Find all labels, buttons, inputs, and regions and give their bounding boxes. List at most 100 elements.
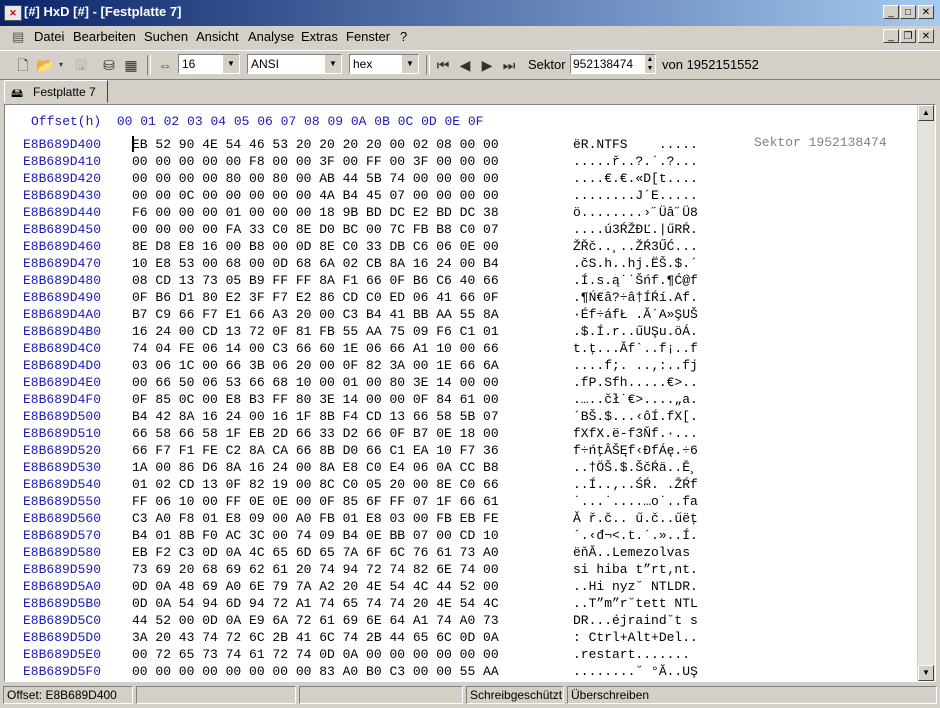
row-text-decoded[interactable]: ..†ÖŠ.$.ŠčŔä..Ě¸ [573, 459, 698, 476]
spinner-icon[interactable]: ▲ ▼ [644, 55, 655, 73]
menu-suchen[interactable]: Suchen [144, 29, 188, 44]
row-hex-bytes[interactable]: 08 CD 13 73 05 B9 FF FF 8A F1 66 0F B6 C… [132, 272, 499, 289]
mdi-restore-button[interactable]: ❐ [900, 29, 916, 43]
row-hex-bytes[interactable]: 44 52 00 0D 0A E9 6A 72 61 69 6E 64 A1 7… [132, 612, 499, 629]
row-hex-bytes[interactable]: 0D 0A 48 69 A0 6E 79 7A A2 20 4E 54 4C 4… [132, 578, 499, 595]
row-text-decoded[interactable]: .restart....... [573, 646, 690, 663]
row-hex-bytes[interactable]: 0D 0A 54 94 6D 94 72 A1 74 65 74 74 20 4… [132, 595, 499, 612]
menu-ansicht[interactable]: Ansicht [196, 29, 239, 44]
row-hex-bytes[interactable]: 1A 00 86 D6 8A 16 24 00 8A E8 C0 E4 06 0… [132, 459, 499, 476]
hex-row[interactable]: E8B689D450 00 00 00 00 FA 33 C0 8E D0 BC … [5, 221, 905, 238]
row-text-decoded[interactable]: ....€.€.«D[t.... [573, 170, 698, 187]
row-hex-bytes[interactable]: 66 58 66 58 1F EB 2D 66 33 D2 66 0F B7 0… [132, 425, 499, 442]
row-hex-bytes[interactable]: 03 06 1C 00 66 3B 06 20 00 0F 82 3A 00 1… [132, 357, 499, 374]
hex-row[interactable]: E8B689D570 B4 01 8B F0 AC 3C 00 74 09 B4 … [5, 527, 905, 544]
mdi-close-button[interactable]: ✕ [918, 29, 934, 43]
hex-row[interactable]: E8B689D480 08 CD 13 73 05 B9 FF FF 8A F1 … [5, 272, 905, 289]
row-text-decoded[interactable]: ..Hi nyz˘ NTLDR. [573, 578, 698, 595]
row-text-decoded[interactable]: fXfX.ë-f3Ňf.·... [573, 425, 698, 442]
hex-row[interactable]: E8B689D5C0 44 52 00 0D 0A E9 6A 72 61 69 … [5, 612, 905, 629]
row-hex-bytes[interactable]: 00 00 00 00 FA 33 C0 8E D0 BC 00 7C FB B… [132, 221, 499, 238]
row-text-decoded[interactable]: ö........›˝Üâ˝Ü8 [573, 204, 698, 221]
hex-row[interactable]: E8B689D440 F6 00 00 00 01 00 00 00 18 9B … [5, 204, 905, 221]
previous-sector-icon[interactable]: ◀ [454, 54, 476, 76]
hex-row[interactable]: E8B689D400 EB 52 90 4E 54 46 53 20 20 20 … [5, 136, 905, 153]
row-text-decoded[interactable]: ....f;. ..‚:..fj [573, 357, 698, 374]
row-text-decoded[interactable]: : Ctrl+Alt+Del.. [573, 629, 698, 646]
save-icon[interactable]: 🖫 [70, 54, 92, 76]
hex-row[interactable]: E8B689D4B0 16 24 00 CD 13 72 0F 81 FB 55 … [5, 323, 905, 340]
hex-row[interactable]: E8B689D5A0 0D 0A 48 69 A0 6E 79 7A A2 20 … [5, 578, 905, 595]
row-hex-bytes[interactable]: 00 66 50 06 53 66 68 10 00 01 00 80 3E 1… [132, 374, 499, 391]
hex-row[interactable]: E8B689D500 B4 42 8A 16 24 00 16 1F 8B F4 … [5, 408, 905, 425]
row-hex-bytes[interactable]: B7 C9 66 F7 E1 66 A3 20 00 C3 B4 41 BB A… [132, 306, 499, 323]
hex-row[interactable]: E8B689D470 10 E8 53 00 68 00 0D 68 6A 02 … [5, 255, 905, 272]
menu-fenster[interactable]: Fenster [346, 29, 390, 44]
menu-analyse[interactable]: Analyse [248, 29, 294, 44]
new-file-icon[interactable]: 🗋 [12, 54, 34, 76]
hex-row[interactable]: E8B689D4C0 74 04 FE 06 14 00 C3 66 60 1E … [5, 340, 905, 357]
row-text-decoded[interactable]: .....ř..?.˙.?... [573, 153, 698, 170]
row-hex-bytes[interactable]: 10 E8 53 00 68 00 0D 68 6A 02 CB 8A 16 2… [132, 255, 499, 272]
hex-editor-pane[interactable]: Offset(h) 00 01 02 03 04 05 06 07 08 09 … [4, 104, 936, 682]
hex-row[interactable]: E8B689D4E0 00 66 50 06 53 66 68 10 00 01 … [5, 374, 905, 391]
hex-row[interactable]: E8B689D5B0 0D 0A 54 94 6D 94 72 A1 74 65 … [5, 595, 905, 612]
hex-row[interactable]: E8B689D430 00 00 0C 00 00 00 00 00 4A B4 … [5, 187, 905, 204]
row-hex-bytes[interactable]: 66 F7 F1 FE C2 8A CA 66 8B D0 66 C1 EA 1… [132, 442, 499, 459]
status-readonly[interactable]: Schreibgeschützt [466, 686, 564, 704]
menu-extras[interactable]: Extras [301, 29, 338, 44]
row-hex-bytes[interactable]: 00 00 00 00 00 00 00 00 83 A0 B0 C3 00 0… [132, 663, 499, 680]
title-bar[interactable]: ✕ [#] HxD [#] - [Festplatte 7] _ □ ✕ [0, 0, 940, 26]
row-hex-bytes[interactable]: FF 06 10 00 FF 0E 0E 00 0F 85 6F FF 07 1… [132, 493, 499, 510]
minimize-button[interactable]: _ [883, 5, 899, 19]
row-text-decoded[interactable]: ŽŘč..¸..ŽŔ3ŰĆ... [573, 238, 698, 255]
hex-row[interactable]: E8B689D540 01 02 CD 13 0F 82 19 00 8C C0 … [5, 476, 905, 493]
row-text-decoded[interactable]: ëňĂ..Lemezolvas [573, 544, 698, 561]
row-text-decoded[interactable]: .$.Í.r..űUŞu.öÁ. [573, 323, 698, 340]
row-hex-bytes[interactable]: 3A 20 43 74 72 6C 2B 41 6C 74 2B 44 65 6… [132, 629, 499, 646]
hex-row[interactable]: E8B689D490 0F B6 D1 80 E2 3F F7 E2 86 CD … [5, 289, 905, 306]
hex-row[interactable]: E8B689D420 00 00 00 00 80 00 80 00 AB 44 … [5, 170, 905, 187]
hex-row[interactable]: E8B689D4D0 03 06 1C 00 66 3B 06 20 00 0F … [5, 357, 905, 374]
row-text-decoded[interactable]: .fP.Sfh.....€>.. [573, 374, 698, 391]
chevron-down-icon[interactable]: ▼ [324, 55, 341, 73]
row-text-decoded[interactable]: .…..čł˙€>....„a. [573, 391, 698, 408]
row-hex-bytes[interactable]: 00 00 0C 00 00 00 00 00 4A B4 45 07 00 0… [132, 187, 499, 204]
vertical-scrollbar[interactable]: ▲ ▼ [917, 105, 935, 681]
bytes-per-row-select[interactable]: 16 ▼ [178, 54, 240, 74]
menu-datei[interactable]: Datei [34, 29, 64, 44]
menu-bearbeiten[interactable]: Bearbeiten [73, 29, 136, 44]
hxd-app-icon[interactable]: ✕ [4, 5, 22, 21]
hex-row[interactable]: E8B689D410 00 00 00 00 00 F8 00 00 3F 00 … [5, 153, 905, 170]
maximize-button[interactable]: □ [900, 5, 916, 19]
document-icon[interactable]: ▤ [12, 29, 24, 45]
row-text-decoded[interactable]: .Í.s.ą˙˙Šńf.¶Ć@f [573, 272, 698, 289]
hex-row[interactable]: E8B689D5E0 00 72 65 73 74 61 72 74 0D 0A … [5, 646, 905, 663]
last-sector-icon[interactable]: ⏭ [498, 54, 520, 76]
first-sector-icon[interactable]: ⏮ [432, 54, 454, 76]
next-sector-icon[interactable]: ▶ [476, 54, 498, 76]
charset-select[interactable]: ANSI ▼ [247, 54, 342, 74]
offset-base-select[interactable]: hex ▼ [349, 54, 419, 74]
hex-row[interactable]: E8B689D580 EB F2 C3 0D 0A 4C 65 6D 65 7A … [5, 544, 905, 561]
row-text-decoded[interactable]: ........˘ °Ă..UŞ [573, 663, 698, 680]
row-hex-bytes[interactable]: B4 42 8A 16 24 00 16 1F 8B F4 CD 13 66 5… [132, 408, 499, 425]
hex-row[interactable]: E8B689D550 FF 06 10 00 FF 0E 0E 00 0F 85 … [5, 493, 905, 510]
row-text-decoded[interactable]: ........J´E..... [573, 187, 698, 204]
open-disk-icon[interactable]: ⛁ [98, 54, 120, 76]
row-text-decoded[interactable]: si hiba t”rt‚nt. [573, 561, 698, 578]
row-hex-bytes[interactable]: 0F 85 0C 00 E8 B3 FF 80 3E 14 00 00 0F 8… [132, 391, 499, 408]
open-dropdown-icon[interactable]: ▾ [56, 54, 66, 76]
row-text-decoded[interactable]: ....ú3ŔŽĐĽ.|űRŔ. [573, 221, 698, 238]
row-text-decoded[interactable]: .¶Ń€â?÷â†ÍŔí.Af. [573, 289, 698, 306]
row-hex-bytes[interactable]: 00 00 00 00 00 F8 00 00 3F 00 FF 00 3F 0… [132, 153, 499, 170]
row-hex-bytes[interactable]: EB 52 90 4E 54 46 53 20 20 20 20 00 02 0… [132, 136, 499, 153]
row-text-decoded[interactable]: ëR.NTFS ..... [573, 136, 698, 153]
row-text-decoded[interactable]: DR...éjraind˘t s [573, 612, 698, 629]
hex-row[interactable]: E8B689D460 8E D8 E8 16 00 B8 00 0D 8E C0 … [5, 238, 905, 255]
hex-row[interactable]: E8B689D530 1A 00 86 D6 8A 16 24 00 8A E8 … [5, 459, 905, 476]
hex-row[interactable]: E8B689D4F0 0F 85 0C 00 E8 B3 FF 80 3E 14 … [5, 391, 905, 408]
sector-input[interactable]: 952138474 ▲ ▼ [570, 54, 656, 74]
row-text-decoded[interactable]: ..T”m”r˘tett NTL [573, 595, 698, 612]
row-text-decoded[interactable]: ´BŠ.$...‹ôÍ.fX[. [573, 408, 698, 425]
